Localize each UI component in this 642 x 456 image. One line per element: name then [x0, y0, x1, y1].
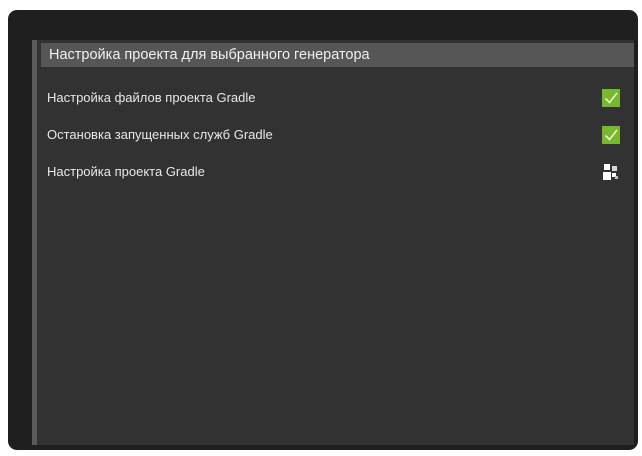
step-row-configure-project: Настройка проекта Gradle — [47, 161, 620, 183]
step-label: Настройка проекта Gradle — [47, 164, 205, 179]
progress-panel: Настройка проекта для выбранного генерат… — [32, 40, 634, 445]
step-label: Настройка файлов проекта Gradle — [47, 90, 256, 105]
checkmark-icon — [602, 89, 620, 107]
panel-header: Настройка проекта для выбранного генерат… — [41, 43, 634, 67]
step-label: Остановка запущенных служб Gradle — [47, 127, 273, 142]
window-frame: Настройка проекта для выбранного генерат… — [8, 10, 638, 450]
step-row-stop-services: Остановка запущенных служб Gradle — [47, 124, 620, 146]
step-row-gradle-files: Настройка файлов проекта Gradle — [47, 87, 620, 109]
checkmark-icon — [602, 126, 620, 144]
panel-accent-bar — [32, 40, 37, 445]
progress-spinner-icon — [602, 163, 620, 181]
